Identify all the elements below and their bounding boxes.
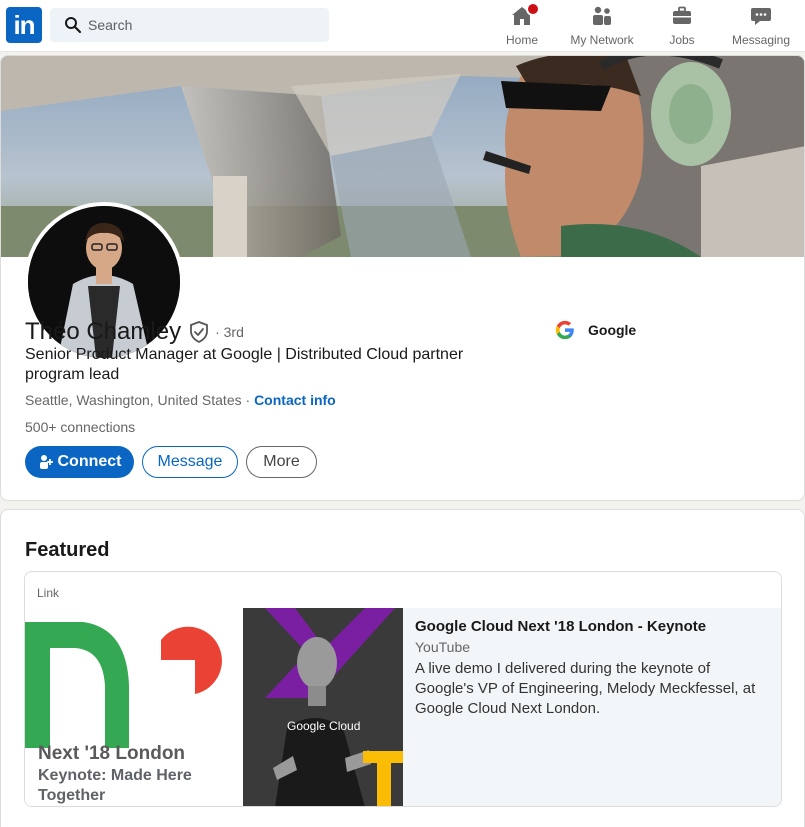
company-name: Google xyxy=(588,322,637,338)
featured-item-source: YouTube xyxy=(415,639,471,655)
nav-my-network[interactable]: My Network xyxy=(566,4,638,48)
featured-link-item[interactable]: Link Google Cloud Next '18 London Keynot… xyxy=(24,571,782,807)
nav-messaging-label: Messaging xyxy=(731,33,791,47)
message-button-label: Message xyxy=(157,453,223,470)
thumbnail-subtitle: Keynote: Made Here Together xyxy=(38,767,192,804)
briefcase-icon xyxy=(673,6,691,24)
thumbnail-title: Next '18 London xyxy=(38,743,186,764)
top-nav: in Home My Network Jobs xyxy=(0,0,805,52)
separator: · xyxy=(241,392,255,408)
profile-location: Seattle, Washington, United States xyxy=(25,392,242,408)
connect-button-label: Connect xyxy=(57,453,122,470)
more-button[interactable]: More xyxy=(246,446,317,478)
messaging-icon xyxy=(751,8,771,25)
location-row: Seattle, Washington, United States · Con… xyxy=(25,392,336,408)
nav-jobs[interactable]: Jobs xyxy=(662,4,702,48)
search-input[interactable] xyxy=(88,8,318,42)
verified-shield-icon[interactable] xyxy=(189,321,209,343)
more-button-label: More xyxy=(263,453,300,470)
featured-item-title[interactable]: Google Cloud Next '18 London - Keynote xyxy=(415,618,770,635)
profile-actions: Connect Message More xyxy=(25,446,317,478)
nav-home[interactable]: Home xyxy=(502,2,542,48)
nav-messaging[interactable]: Messaging xyxy=(728,4,794,48)
featured-heading: Featured xyxy=(25,539,110,561)
name-row: Théo Chamley · 3rd xyxy=(25,318,244,346)
profile-headline: Senior Product Manager at Google | Distr… xyxy=(25,346,464,383)
nav-jobs-label: Jobs xyxy=(669,33,695,47)
featured-type-label: Link xyxy=(37,586,60,600)
contact-info-link[interactable]: Contact info xyxy=(254,392,336,408)
profile-name: Théo Chamley xyxy=(25,318,182,345)
featured-info: Google Cloud Next '18 London - Keynote Y… xyxy=(403,608,781,806)
search-box[interactable] xyxy=(50,8,329,42)
linkedin-logo[interactable]: in xyxy=(6,7,42,43)
google-logo-icon xyxy=(555,320,574,340)
nav-home-label: Home xyxy=(505,33,538,47)
add-person-icon xyxy=(39,455,53,469)
featured-thumbnail: Google Cloud Next '18 London Keynote: Ma… xyxy=(25,608,403,806)
connection-degree: · 3rd xyxy=(215,324,244,340)
featured-item-description: A live demo I delivered during the keyno… xyxy=(415,660,756,717)
featured-section: Featured Link Google Cloud Next '18 Lond… xyxy=(0,509,805,827)
network-icon xyxy=(593,6,611,25)
message-button[interactable]: Message xyxy=(142,446,238,478)
search-icon xyxy=(65,17,82,34)
profile-card: Théo Chamley · 3rd Senior Product Manage… xyxy=(0,55,805,501)
connect-button[interactable]: Connect xyxy=(25,446,134,478)
current-company[interactable]: Google xyxy=(554,319,636,341)
shirt-logo-text: Google Cloud xyxy=(287,719,361,733)
nav-my-network-label: My Network xyxy=(570,33,634,47)
connections-count[interactable]: 500+ connections xyxy=(25,419,135,435)
notification-badge xyxy=(526,2,540,16)
